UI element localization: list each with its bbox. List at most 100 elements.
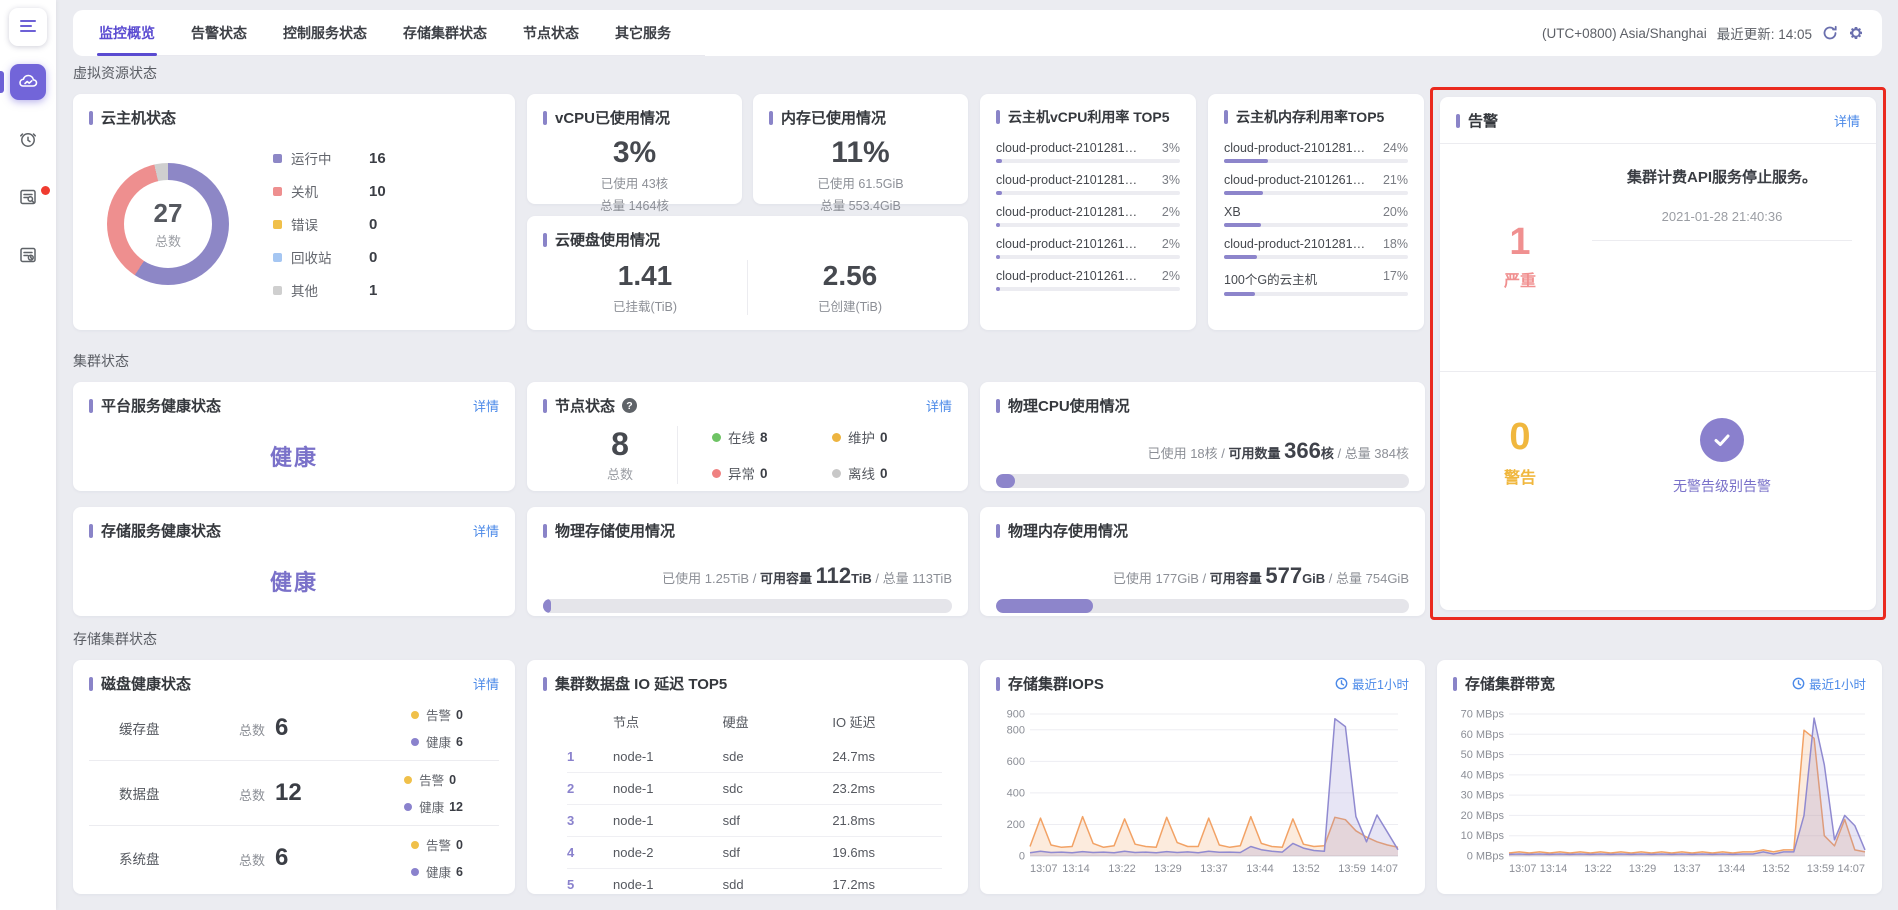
disk-row-data: 数据盘 总数12 告警0 健康12 xyxy=(89,760,499,825)
alarm-message: 集群计费API服务停止服务。 xyxy=(1584,166,1860,187)
no-warning-text: 无警告级别告警 xyxy=(1584,476,1860,496)
card-title: vCPU已使用情况 xyxy=(555,107,670,128)
warning-count-block: 0 警告 xyxy=(1456,418,1584,610)
legend-item: 错误0 xyxy=(273,214,493,234)
vm-total: 27 xyxy=(154,198,183,229)
legend-swatch xyxy=(273,286,282,295)
top5-row: cloud-product-2101261…2% xyxy=(996,237,1180,259)
sidebar-item-alarms[interactable] xyxy=(10,122,46,158)
physical-storage-usage-card: 物理存储使用情况 已使用 1.25TiB / 可用容量 112TiB / 总量 … xyxy=(527,507,968,616)
sidebar-item-logs[interactable] xyxy=(10,180,46,216)
disk-health-detail-link[interactable]: 详情 xyxy=(473,674,499,693)
legend-dot xyxy=(832,433,841,442)
memory-top5-list: cloud-product-2101281…24% cloud-product-… xyxy=(1224,141,1408,296)
section-title-virtual: 虚拟资源状态 xyxy=(73,64,1424,82)
table-row: 5node-1sdd17.2ms xyxy=(567,868,942,900)
legend-swatch xyxy=(273,220,282,229)
alarm-column: 告警详情 1 严重 集群计费API服务停止服务。 2021-01-28 21:4… xyxy=(1436,60,1882,616)
document-clock-icon xyxy=(18,245,38,268)
vm-total-label: 总数 xyxy=(155,231,181,250)
io-latency-card: 集群数据盘 IO 延迟 TOP5 节点 硬盘 IO 延迟 1node-1sde2… xyxy=(527,660,968,894)
help-icon[interactable]: ? xyxy=(622,398,637,413)
bandwidth-range-selector[interactable]: 最近1小时 xyxy=(1792,674,1866,693)
svg-text:0 MBps: 0 MBps xyxy=(1467,851,1505,863)
legend-item: 关机10 xyxy=(273,181,493,201)
table-header: 节点 硬盘 IO 延迟 xyxy=(567,706,942,741)
no-warning-block: 无警告级别告警 xyxy=(1584,418,1860,610)
sidebar-item-monitor-overview[interactable] xyxy=(10,64,46,100)
legend-dot xyxy=(404,803,412,811)
legend-dot xyxy=(411,738,419,746)
table-row: 1node-1sde24.7ms xyxy=(567,741,942,772)
active-notch xyxy=(0,71,4,93)
svg-text:13:22: 13:22 xyxy=(1584,863,1612,875)
physical-cpu-usage-text: 已使用 18核 / 可用数量 366核 / 总量 384核 xyxy=(996,438,1409,464)
clock-icon xyxy=(1335,677,1348,690)
card-title: 磁盘健康状态 xyxy=(101,673,191,694)
tab-node-status[interactable]: 节点状态 xyxy=(521,10,581,55)
mounted-volume: 1.41 已挂载(TiB) xyxy=(543,260,747,315)
svg-text:13:44: 13:44 xyxy=(1718,863,1746,875)
tab-other-services[interactable]: 其它服务 xyxy=(613,10,673,55)
physical-memory-usage-card: 物理内存使用情况 已使用 177GiB / 可用容量 577GiB / 总量 7… xyxy=(980,507,1425,616)
svg-text:13:44: 13:44 xyxy=(1246,863,1274,875)
document-search-icon xyxy=(18,187,38,210)
vcpu-used-percent: 3% xyxy=(543,136,726,170)
title-bar xyxy=(89,524,93,538)
io-latency-table: 节点 硬盘 IO 延迟 1node-1sde24.7ms 2node-1sdc2… xyxy=(543,706,952,900)
divider xyxy=(677,426,678,484)
critical-alarm-section: 1 严重 集群计费API服务停止服务。 2021-01-28 21:40:36 xyxy=(1456,144,1860,371)
svg-text:13:37: 13:37 xyxy=(1200,863,1228,875)
tab-alarm-status[interactable]: 告警状态 xyxy=(189,10,249,55)
cloud-disk-usage-card: 云硬盘使用情况 1.41 已挂载(TiB) 2.56 已创建(TiB) xyxy=(527,216,968,330)
tab-bar: 监控概览 告警状态 控制服务状态 存储集群状态 节点状态 其它服务 xyxy=(97,10,705,56)
card-title: 云主机内存利用率TOP5 xyxy=(1236,107,1384,127)
created-value: 2.56 xyxy=(748,260,952,292)
svg-text:13:22: 13:22 xyxy=(1108,863,1136,875)
node-total: 8 总数 xyxy=(573,427,667,483)
critical-count-block: 1 严重 xyxy=(1456,144,1584,371)
storage-health-detail-link[interactable]: 详情 xyxy=(473,521,499,540)
virtual-resource-row: 云主机状态 27 总数 运行中16 关机10 错误0 回收站0 xyxy=(73,94,1424,330)
alarm-detail-link[interactable]: 详情 xyxy=(1834,111,1860,130)
menu-icon xyxy=(20,19,36,36)
top5-row: XB20% xyxy=(1224,205,1408,227)
memory-usage-card: 内存已使用情况 11% 已使用 61.5GiB 总量 553.4GiB xyxy=(753,94,968,204)
tab-monitor-overview[interactable]: 监控概览 xyxy=(97,10,157,55)
memory-used: 已使用 61.5GiB xyxy=(769,173,952,192)
platform-health-card: 平台服务健康状态详情 健康 xyxy=(73,382,515,491)
menu-button[interactable] xyxy=(9,8,47,46)
vm-status-card: 云主机状态 27 总数 运行中16 关机10 错误0 回收站0 xyxy=(73,94,515,330)
section-title-cluster: 集群状态 xyxy=(73,352,1424,370)
sidebar-item-reports[interactable] xyxy=(10,238,46,274)
tab-control-service-status[interactable]: 控制服务状态 xyxy=(281,10,369,55)
vcpu-used: 已使用 43核 xyxy=(543,173,726,192)
svg-text:20 MBps: 20 MBps xyxy=(1461,810,1505,822)
node-status-detail-link[interactable]: 详情 xyxy=(926,396,952,415)
title-bar xyxy=(543,399,547,413)
mounted-label: 已挂载(TiB) xyxy=(543,296,747,315)
legend-item: 维护0 xyxy=(832,427,952,447)
disk-row-cache: 缓存盘 总数6 告警0 健康6 xyxy=(89,696,499,760)
created-volume: 2.56 已创建(TiB) xyxy=(747,260,952,315)
title-bar xyxy=(543,524,547,538)
legend-item: 回收站0 xyxy=(273,247,493,267)
alarm-clock-icon xyxy=(18,129,38,152)
created-label: 已创建(TiB) xyxy=(748,296,952,315)
physical-memory-usage-text: 已使用 177GiB / 可用容量 577GiB / 总量 754GiB xyxy=(996,563,1409,589)
vcpu-top5-list: cloud-product-2101281…3% cloud-product-2… xyxy=(996,141,1180,291)
card-title: 存储服务健康状态 xyxy=(101,520,221,541)
svg-text:13:14: 13:14 xyxy=(1062,863,1090,875)
title-bar xyxy=(996,677,1000,691)
refresh-icon[interactable] xyxy=(1822,25,1838,41)
title-bar xyxy=(996,110,1000,124)
gear-icon[interactable] xyxy=(1848,25,1864,41)
legend-item: 告警0 xyxy=(411,705,463,724)
vm-status-legend: 运行中16 关机10 错误0 回收站0 其他1 xyxy=(273,148,493,300)
iops-range-selector[interactable]: 最近1小时 xyxy=(1335,674,1409,693)
clock-icon xyxy=(1792,677,1805,690)
alarm-card: 告警详情 1 严重 集群计费API服务停止服务。 2021-01-28 21:4… xyxy=(1440,97,1876,610)
platform-health-detail-link[interactable]: 详情 xyxy=(473,396,499,415)
warning-count: 0 xyxy=(1509,418,1530,456)
tab-storage-cluster-status[interactable]: 存储集群状态 xyxy=(401,10,489,55)
